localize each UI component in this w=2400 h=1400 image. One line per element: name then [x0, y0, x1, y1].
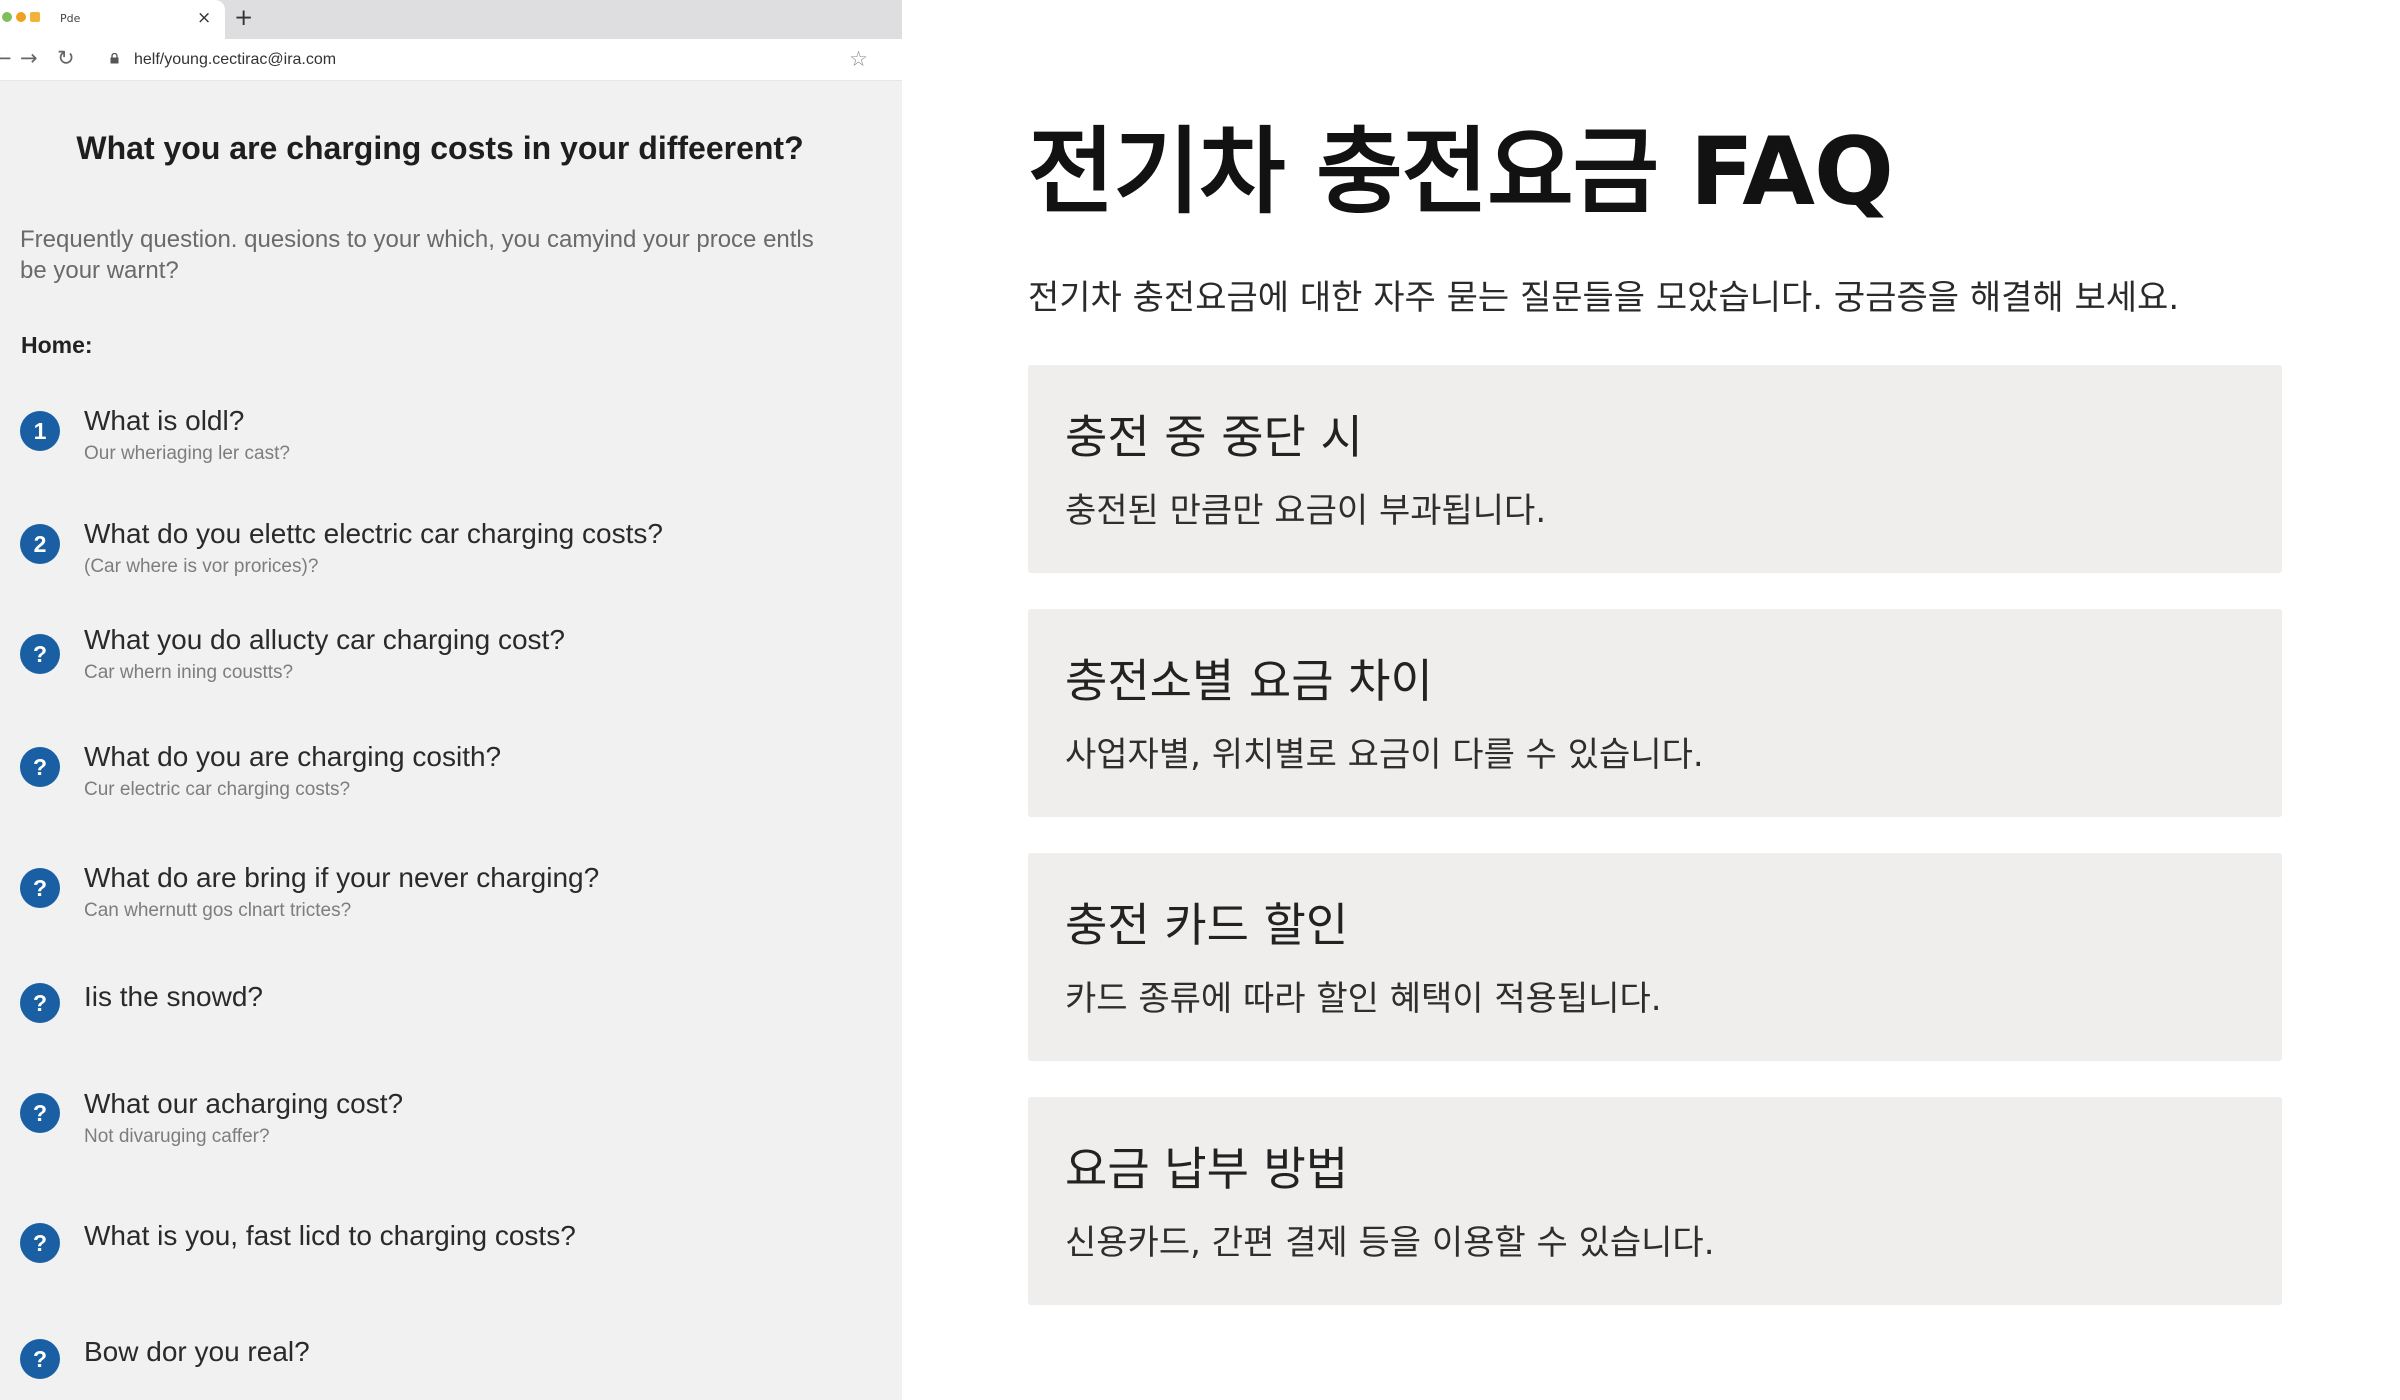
page-intro: Frequently question. quesions to your wh…	[20, 226, 814, 284]
faq-card-title: 충전소별 요금 차이	[1065, 654, 1433, 708]
address-bar[interactable]: helf/young.cectirac@ira.com ☆	[96, 45, 886, 75]
faq-question[interactable]: What is you, fast licd to charging costs…	[84, 1220, 576, 1252]
faq-card-title: 충전 카드 할인	[1065, 898, 1349, 952]
question-badge-icon: ?	[20, 634, 60, 674]
faq-card[interactable]: 충전소별 요금 차이 사업자별, 위치별로 요금이 다를 수 있습니다.	[1028, 609, 2282, 817]
faq-question[interactable]: What is oldl?	[84, 405, 244, 437]
question-badge-icon: ?	[20, 1093, 60, 1133]
faq-question[interactable]: What our acharging cost?	[84, 1088, 403, 1120]
page-title: What you are charging costs in your diff…	[76, 130, 804, 166]
number-badge: 2	[20, 524, 60, 564]
faq-question[interactable]: What you do allucty car charging cost?	[84, 624, 565, 656]
back-icon[interactable]: ←	[0, 46, 12, 70]
browser-window: Pde × + ← → ↻ helf/young.cectirac@ira.co…	[0, 0, 902, 1400]
faq-question[interactable]: What do you elettc electric car charging…	[84, 518, 663, 550]
faq-card-answer: 신용카드, 간편 결제 등을 이용할 수 있습니다.	[1065, 1223, 1715, 1263]
question-badge-icon: ?	[20, 1339, 60, 1379]
page-title: 전기차 충전요금 FAQ	[1028, 118, 1894, 227]
question-badge-icon: ?	[20, 983, 60, 1023]
url-text[interactable]: helf/young.cectirac@ira.com	[134, 51, 336, 69]
section-label: Home:	[21, 332, 93, 358]
faq-card-title: 충전 중 중단 시	[1065, 410, 1363, 464]
question-badge-icon: ?	[20, 747, 60, 787]
korean-faq-page: 전기차 충전요금 FAQ 전기차 충전요금에 대한 자주 묻는 질문들을 모았습…	[902, 0, 2400, 1400]
faq-subtext: Cur electric car charging costs?	[84, 779, 351, 800]
faq-question[interactable]: Iis the snowd?	[84, 981, 263, 1013]
faq-card[interactable]: 충전 카드 할인 카드 종류에 따라 할인 혜택이 적용됩니다.	[1028, 853, 2282, 1061]
page-intro: 전기차 충전요금에 대한 자주 묻는 질문들을 모았습니다. 궁금증을 해결해 …	[1028, 278, 2180, 318]
faq-subtext: Car whern ining coustts?	[84, 662, 294, 683]
faq-question[interactable]: Bow dor you real?	[84, 1336, 310, 1368]
faq-card-answer: 충전된 만큼만 요금이 부과됩니다.	[1065, 491, 1547, 531]
favicon-icon	[30, 12, 40, 22]
faq-card-title: 요금 납부 방법	[1065, 1142, 1349, 1196]
faq-subtext: Not divaruging caffer?	[84, 1126, 270, 1147]
bookmark-star-icon[interactable]: ☆	[849, 47, 868, 71]
question-badge-icon: ?	[20, 1223, 60, 1263]
tab-title: Pde	[60, 12, 81, 25]
faq-card-answer: 사업자별, 위치별로 요금이 다를 수 있습니다.	[1065, 735, 1704, 775]
tab-close-icon[interactable]: ×	[197, 8, 211, 28]
browser-tab[interactable]: Pde ×	[0, 0, 225, 39]
faq-question[interactable]: What do are bring if your never charging…	[84, 862, 599, 894]
faq-card[interactable]: 충전 중 중단 시 충전된 만큼만 요금이 부과됩니다.	[1028, 365, 2282, 573]
faq-subtext: (Car where is vor prorices)?	[84, 556, 319, 577]
forward-icon[interactable]: →	[20, 46, 38, 70]
faq-card-answer: 카드 종류에 따라 할인 혜택이 적용됩니다.	[1065, 979, 1662, 1019]
faq-card[interactable]: 요금 납부 방법 신용카드, 간편 결제 등을 이용할 수 있습니다.	[1028, 1097, 2282, 1305]
browser-toolbar: ← → ↻ helf/young.cectirac@ira.com ☆	[0, 39, 902, 81]
faq-subtext: Our wheriaging ler cast?	[84, 443, 290, 464]
favicon-icon	[2, 12, 12, 22]
tab-strip: Pde × +	[0, 0, 902, 39]
faq-subtext: Can whernutt gos clnart trictes?	[84, 900, 352, 921]
faq-question[interactable]: What do you are charging cosith?	[84, 741, 501, 773]
question-badge-icon: ?	[20, 868, 60, 908]
lock-icon	[110, 53, 119, 64]
english-faq-page: What you are charging costs in your diff…	[0, 82, 902, 1400]
favicon-icon	[16, 12, 26, 22]
number-badge: 1	[20, 411, 60, 451]
reload-icon[interactable]: ↻	[57, 46, 75, 70]
new-tab-button[interactable]: +	[234, 5, 253, 31]
tab-favicons	[2, 12, 40, 22]
